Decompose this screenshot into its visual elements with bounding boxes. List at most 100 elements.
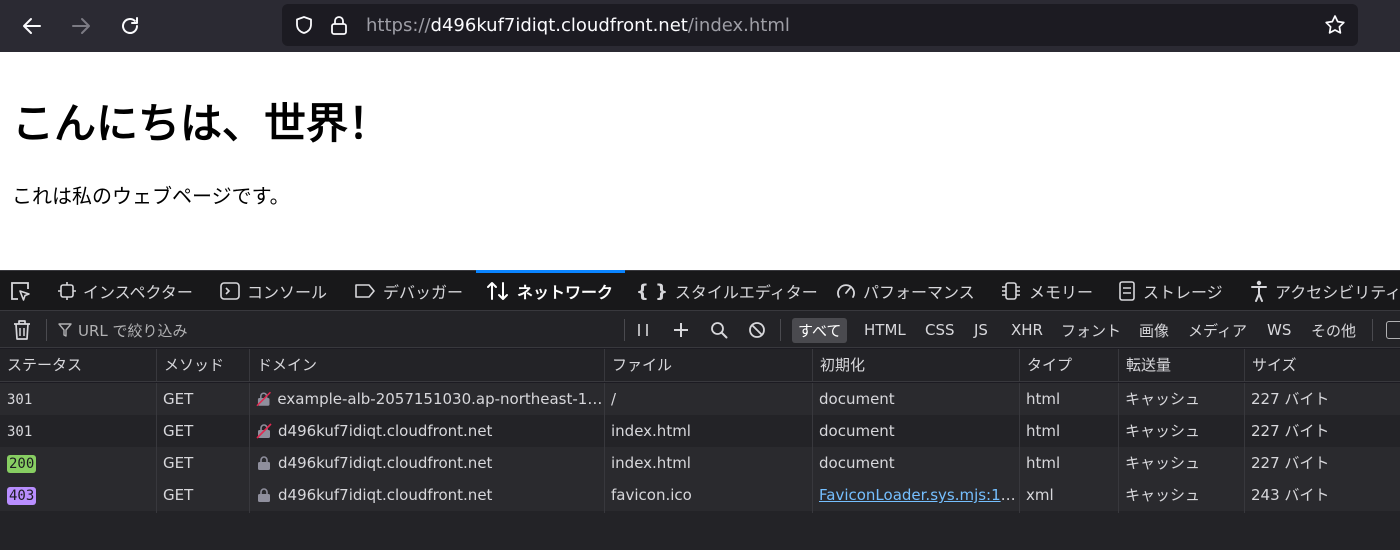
back-arrow-icon [23,18,41,34]
table-row[interactable]: 403 GET d496kuf7idiqt.cloudfront.net fav… [0,479,1400,511]
status-cell: 200 [0,447,156,479]
file-cell: index.html [611,422,691,440]
search-button[interactable] [710,311,728,349]
memory-icon [1002,282,1020,300]
back-button[interactable] [16,10,48,42]
url-text[interactable]: https://d496kuf7idiqt.cloudfront.net/ind… [366,15,790,36]
clear-button[interactable] [12,311,32,349]
search-icon [711,322,728,339]
initiator-cell: document [819,422,895,440]
filter-xhr[interactable]: XHR [1011,311,1043,349]
domain-cell: d496kuf7idiqt.cloudfront.net [249,447,604,479]
element-picker-icon[interactable] [9,280,33,302]
status-badge: 403 [7,487,37,505]
tab-memory[interactable]: メモリー [1000,271,1093,311]
file-cell: favicon.ico [611,486,692,504]
status-code: 301 [7,392,33,408]
tab-inspector[interactable]: インスペクター [58,271,193,311]
column-divider [249,383,250,513]
block-requests-button[interactable] [748,311,766,349]
table-row[interactable]: 301 GET d496kuf7idiqt.cloudfront.net ind… [0,415,1400,447]
tab-label: ネットワーク [517,283,614,302]
storage-icon [1119,281,1135,301]
debugger-icon [355,284,375,298]
domain-cell: d496kuf7idiqt.cloudfront.net [249,479,604,511]
network-filter-bar: URL で絞り込み すべて HTML CSS JS XHR フォント 画像 メデ… [0,310,1400,348]
table-row[interactable]: 200 GET d496kuf7idiqt.cloudfront.net ind… [0,447,1400,479]
column-divider [156,383,157,513]
column-header-type[interactable]: タイプ [1019,349,1118,382]
transferred-cell: キャッシュ [1125,422,1201,440]
request-table-header: ステータス メソッド ドメイン ファイル 初期化 タイプ 転送量 サイズ [0,349,1400,382]
filter-funnel-icon [58,323,72,337]
page-paragraph: これは私のウェブページです。 [12,184,290,208]
insecure-lock-icon [256,423,272,439]
method-cell: GET [163,422,194,440]
tab-label: ストレージ [1143,283,1223,302]
inspector-icon [58,282,76,300]
tab-storage[interactable]: ストレージ [1118,271,1223,311]
domain-text: d496kuf7idiqt.cloudfront.net [278,422,493,440]
page-heading: こんにちは、世界！ [12,99,391,148]
status-cell: 301 [0,415,156,447]
shield-icon[interactable] [294,15,314,35]
size-cell: 227 バイト [1251,454,1330,472]
filter-other[interactable]: その他 [1311,311,1356,349]
column-divider [1244,383,1245,513]
console-icon [220,282,240,300]
filter-media[interactable]: メディア [1188,311,1247,349]
table-row[interactable]: 301 GET example-alb-2057151030.ap-northe… [0,383,1400,415]
filter-images[interactable]: 画像 [1139,311,1169,349]
bookmark-star-icon[interactable] [1324,14,1346,36]
filter-all[interactable]: すべて [792,311,848,349]
filter-css[interactable]: CSS [925,311,955,349]
column-header-initiator[interactable]: 初期化 [812,349,1019,382]
column-header-status[interactable]: ステータス [0,349,156,382]
accessibility-icon [1251,280,1267,302]
column-header-size[interactable]: サイズ [1244,349,1400,382]
reload-button[interactable] [114,10,146,42]
plus-icon [674,323,688,337]
domain-cell: d496kuf7idiqt.cloudfront.net [249,415,604,447]
lock-icon[interactable] [330,15,348,35]
tab-accessibility[interactable]: アクセシビリティ [1250,271,1400,311]
filter-js[interactable]: JS [974,311,988,349]
transferred-cell: キャッシュ [1125,454,1201,472]
tab-label: インスペクター [83,283,193,302]
method-cell: GET [163,390,194,408]
column-header-file[interactable]: ファイル [604,349,812,382]
type-cell: xml [1026,486,1054,504]
filter-ws[interactable]: WS [1267,311,1291,349]
tab-label: コンソール [247,283,328,302]
type-cell: html [1026,422,1061,440]
column-header-transferred[interactable]: 転送量 [1118,349,1244,382]
forward-button[interactable] [65,10,97,42]
insecure-lock-icon [256,391,272,407]
size-cell: 227 バイト [1251,390,1330,408]
initiator-link[interactable]: FaviconLoader.sys.mjs:17… [819,486,1019,504]
filter-fonts[interactable]: フォント [1061,311,1121,349]
status-badge: 200 [7,455,37,473]
tab-label: パフォーマンス [863,283,975,302]
web-content: こんにちは、世界！ これは私のウェブページです。 [0,52,1400,270]
option-checkbox[interactable] [1386,321,1400,339]
tab-style-editor[interactable]: { } スタイルエディター [636,271,818,311]
url-bar[interactable]: https://d496kuf7idiqt.cloudfront.net/ind… [282,4,1358,46]
tab-network[interactable]: ネットワーク [475,270,626,311]
url-filter-input[interactable]: URL で絞り込み [58,311,188,349]
filter-html[interactable]: HTML [864,311,906,349]
method-cell: GET [163,454,194,472]
add-request-button[interactable] [672,311,690,349]
tab-debugger[interactable]: デバッガー [354,271,463,311]
secure-lock-icon [258,488,270,502]
size-cell: 243 バイト [1251,486,1330,504]
browser-toolbar: https://d496kuf7idiqt.cloudfront.net/ind… [0,0,1400,52]
transferred-cell: キャッシュ [1125,486,1201,504]
tab-console[interactable]: コンソール [220,271,327,311]
tab-performance[interactable]: パフォーマンス [836,271,975,311]
pause-button[interactable] [636,311,650,349]
devtools-tabbar: インスペクター コンソール デバッガー ネットワーク { } スタイルエディター… [0,270,1400,310]
column-header-domain[interactable]: ドメイン [249,349,604,382]
table-empty-area [0,513,1400,550]
column-header-method[interactable]: メソッド [156,349,249,382]
